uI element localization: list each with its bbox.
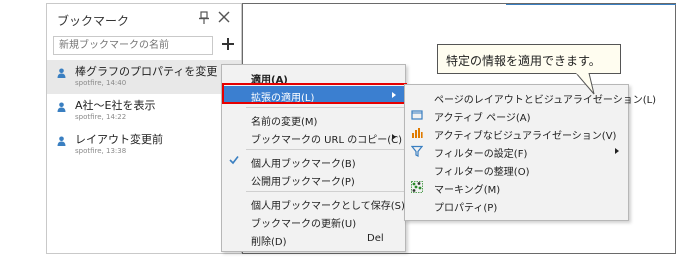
menu-item-rename[interactable]: 名前の変更(M)	[222, 110, 405, 128]
user-icon	[57, 102, 66, 112]
menu-item-label: 削除(D)	[251, 237, 287, 248]
menu-separator	[246, 191, 404, 192]
submenu-item-marking[interactable]: マーキング(M)	[405, 178, 628, 196]
submenu-item-label: フィルターの整理(O)	[434, 167, 530, 178]
submenu-item-label: フィルターの設定(F)	[434, 149, 528, 160]
submenu-arrow-icon	[615, 148, 619, 154]
bookmark-item[interactable]: A社～E社を表示 spotfire, 14:22	[47, 94, 241, 128]
submenu-item-label: ページのレイアウトとビジュアライゼーション(L)	[434, 95, 657, 106]
menu-item-private-bookmark[interactable]: 個人用ブックマーク(B)	[222, 152, 405, 170]
marking-icon	[411, 181, 423, 193]
bookmark-meta: spotfire, 13:38	[75, 147, 127, 155]
close-icon[interactable]	[218, 11, 230, 23]
callout-pointer	[575, 73, 595, 95]
menu-separator	[246, 107, 404, 108]
bookmark-context-menu: 適用(A) 拡張の適用(L) 名前の変更(M) ブックマークの URL のコピー…	[221, 64, 406, 252]
user-icon	[57, 68, 66, 78]
bookmark-item[interactable]: 棒グラフのプロパティを変更 spotfire, 14:40	[47, 60, 241, 94]
submenu-item-properties[interactable]: プロパティ(P)	[405, 196, 628, 214]
menu-item-apply[interactable]: 適用(A)	[222, 68, 405, 86]
bookmark-item[interactable]: レイアウト変更前 spotfire, 13:38	[47, 128, 241, 162]
panel-title: ブックマーク	[57, 14, 130, 28]
bookmark-name: A社～E社を表示	[75, 99, 156, 112]
submenu-item-label: アクティブ ページ(A)	[434, 113, 531, 124]
add-bookmark-button[interactable]	[220, 36, 236, 52]
submenu-item-filter-settings[interactable]: フィルターの設定(F)	[405, 142, 628, 160]
bookmark-name: 棒グラフのプロパティを変更	[75, 65, 218, 78]
filter-icon	[411, 145, 423, 157]
menu-item-label: 拡張の適用(L)	[251, 93, 315, 104]
submenu-arrow-icon	[392, 92, 396, 98]
extended-apply-submenu: ページのレイアウトとビジュアライゼーション(L) アクティブ ページ(A) アク…	[404, 84, 656, 221]
menu-item-update-bookmark[interactable]: ブックマークの更新(U)	[222, 212, 405, 230]
menu-item-label: ブックマークの更新(U)	[251, 219, 357, 230]
selection-line	[506, 4, 676, 5]
bar-chart-icon	[412, 128, 423, 138]
submenu-item-label: アクティブなビジュアライゼーション(V)	[434, 131, 617, 142]
bookmark-meta: spotfire, 14:40	[75, 79, 127, 87]
submenu-item-label: マーキング(M)	[434, 185, 501, 196]
submenu-item-active-page[interactable]: アクティブ ページ(A)	[405, 106, 628, 124]
bookmark-meta: spotfire, 14:22	[75, 113, 127, 121]
menu-item-public-bookmark[interactable]: 公開用ブックマーク(P)	[222, 170, 405, 188]
menu-item-label: 個人用ブックマーク(B)	[251, 159, 356, 170]
menu-item-extended-apply[interactable]: 拡張の適用(L)	[222, 86, 405, 104]
menu-item-label: 公開用ブックマーク(P)	[251, 177, 355, 188]
bookmark-panel: ブックマーク 棒グラフのプロパティを変更 spotfire, 14:40 A社～…	[46, 3, 242, 254]
submenu-item-label: プロパティ(P)	[434, 203, 498, 214]
menu-item-copy-url[interactable]: ブックマークの URL のコピー(C)	[222, 128, 405, 146]
submenu-item-filter-organize[interactable]: フィルターの整理(O)	[405, 160, 628, 178]
submenu-item-active-visualization[interactable]: アクティブなビジュアライゼーション(V)	[405, 124, 628, 142]
menu-item-label: 適用(A)	[251, 75, 288, 86]
bookmark-name-input[interactable]	[53, 36, 213, 55]
menu-separator	[246, 149, 404, 150]
callout-text: 特定の情報を適用できます。	[446, 54, 601, 68]
callout-box: 特定の情報を適用できます。	[437, 44, 621, 74]
user-icon	[57, 136, 66, 146]
submenu-arrow-icon	[392, 134, 396, 140]
menu-item-save-as-private[interactable]: 個人用ブックマークとして保存(S)	[222, 194, 405, 212]
page-icon	[411, 110, 423, 120]
menu-item-label: 個人用ブックマークとして保存(S)	[251, 201, 405, 212]
check-icon	[229, 156, 239, 165]
pin-icon[interactable]	[198, 11, 210, 25]
bookmark-name: レイアウト変更前	[75, 133, 163, 146]
menu-item-delete[interactable]: 削除(D) Del	[222, 230, 405, 248]
menu-item-label: ブックマークの URL のコピー(C)	[251, 135, 402, 146]
menu-shortcut: Del	[367, 233, 384, 244]
menu-item-label: 名前の変更(M)	[251, 117, 318, 128]
